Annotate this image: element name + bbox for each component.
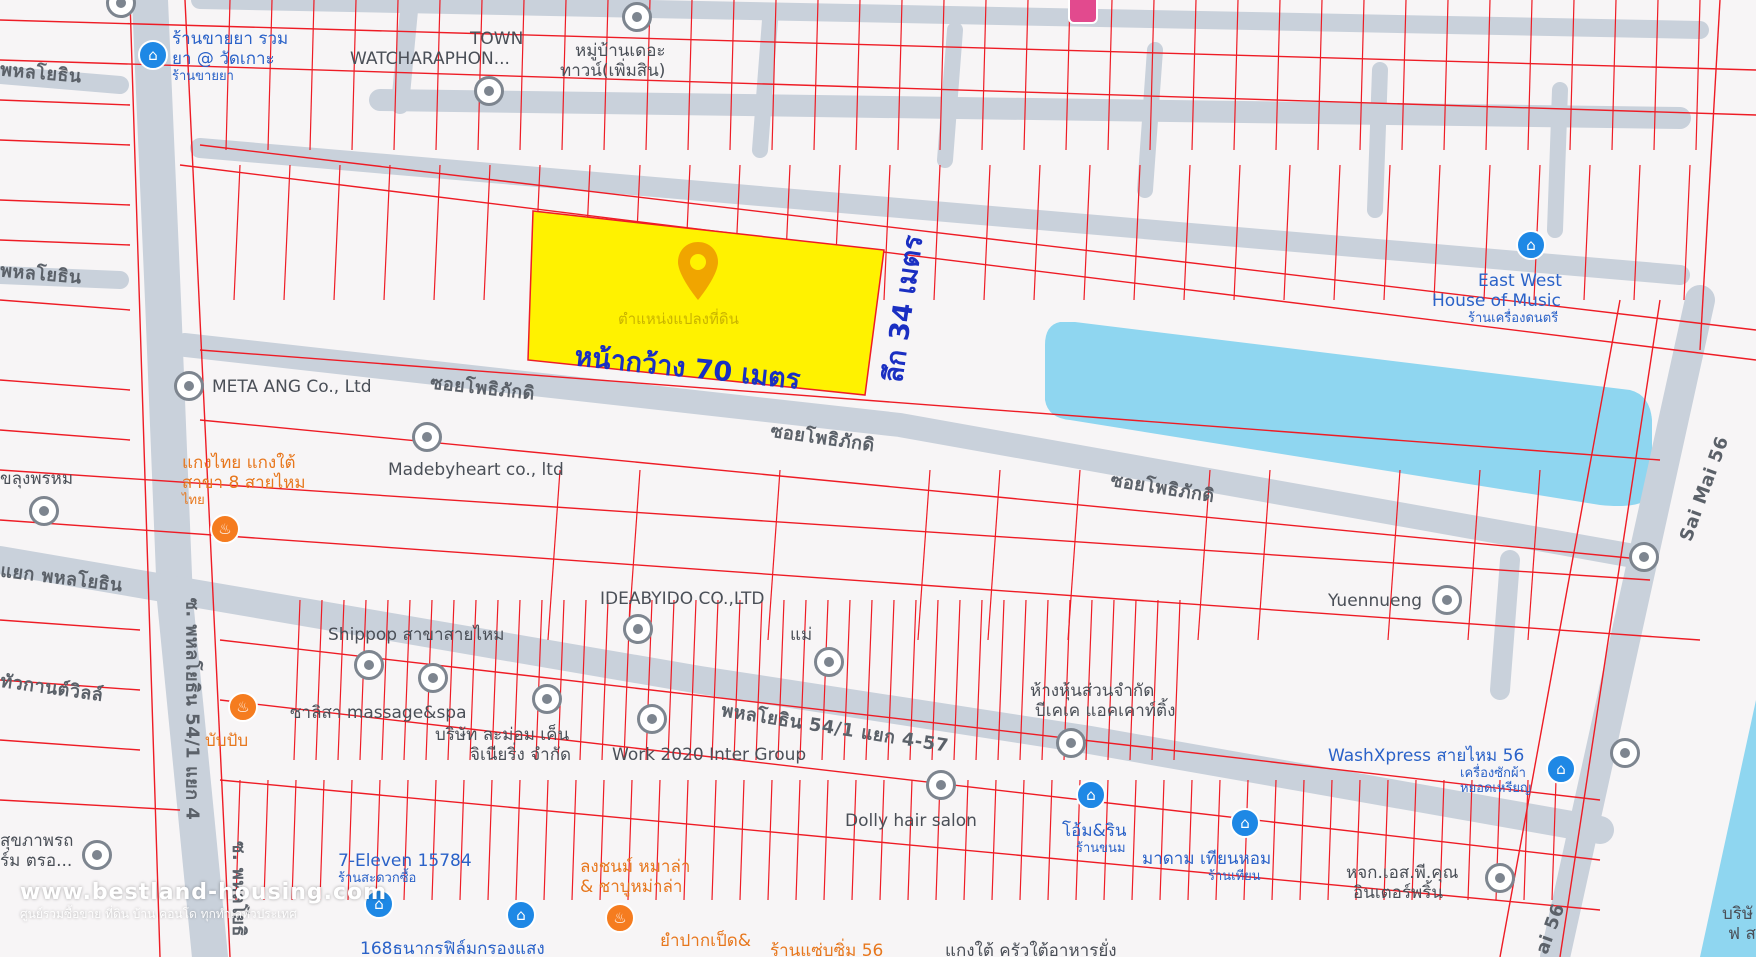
place-pin-icon[interactable] <box>174 371 204 401</box>
place-pin-icon[interactable] <box>1629 542 1659 572</box>
poi-pharmacy-2: ยา @ วัดเกาะ <box>172 49 275 69</box>
poi-right-2: ฟ ส <box>1728 924 1756 944</box>
shop-pin-icon[interactable]: ⌂ <box>506 900 536 930</box>
place-pin-icon[interactable] <box>637 704 667 734</box>
place-pin-icon[interactable] <box>814 647 844 677</box>
shop-pin-icon[interactable]: ⌂ <box>1516 230 1546 260</box>
place-pin-icon[interactable] <box>354 650 384 680</box>
road-label-main-vertical: ซ. พหลโยธิน 54/1 แยก 4 <box>181 597 203 821</box>
poi-washxpress-2: เครื่องซักผ้า <box>1460 766 1526 781</box>
poi-left-2: ร์ม ตรอ... <box>0 851 73 871</box>
poi-town-1[interactable]: TOWN <box>470 30 523 48</box>
poi-shippop[interactable]: Shippop สาขาสายไหม <box>328 626 504 644</box>
shop-pin-icon[interactable]: ⌂ <box>138 40 168 70</box>
restaurant-pin-icon[interactable]: ♨ <box>228 692 258 722</box>
poi-pharmacy-3: ร้านขายยา <box>172 69 234 84</box>
place-pin-icon[interactable] <box>412 422 442 452</box>
poi-madam[interactable]: มาดาม เทียนหอม <box>1142 850 1271 868</box>
poi-kaeng-thai-2: สาขา 8 สายไหม <box>182 473 306 493</box>
poi-photo-168[interactable]: 168ธนากรฟิล์มกรองแสง <box>360 940 545 957</box>
poi-partnership-1[interactable]: ห้างหุ้นส่วนจำกัด <box>1030 682 1154 700</box>
poi-ideabyido[interactable]: IDEABYIDO CO.,LTD <box>600 590 764 608</box>
map-view[interactable]: ตำแหน่งแปลงที่ดิน หน้ากว้าง 70 เมตร ลึก … <box>0 0 1756 957</box>
poi-salisa[interactable]: ซาลิสา massage&spa <box>290 704 467 722</box>
location-marker-icon[interactable] <box>676 240 720 302</box>
poi-washxpress-3: หยอดเหรียญ <box>1460 781 1532 796</box>
poi-longchon-1[interactable]: ลงชนม์ หมาล่า <box>580 858 690 876</box>
poi-pharmacy[interactable]: ร้านขายยา รวม <box>172 30 288 48</box>
poi-kaeng-thai-3: ไทย <box>182 493 205 508</box>
poi-dolly[interactable]: Dolly hair salon <box>845 812 977 830</box>
poi-east-west-2: House of Music <box>1432 291 1561 311</box>
poi-east-west-1[interactable]: East West <box>1478 272 1562 290</box>
poi-kaeng-tai-2[interactable]: แกงใต้ ครัวใต้อาหารยั่ง <box>945 942 1117 957</box>
poi-town-2: WATCHARAPHON... <box>350 49 510 69</box>
place-pin-icon[interactable] <box>1432 585 1462 615</box>
poi-village-1[interactable]: หมู่บ้านเดอะ <box>575 42 666 60</box>
place-pin-icon[interactable] <box>532 684 562 714</box>
poi-work2020[interactable]: Work 2020 Inter Group <box>612 746 806 764</box>
plot-label: ตำแหน่งแปลงที่ดิน <box>618 310 739 328</box>
place-pin-icon[interactable] <box>1485 863 1515 893</box>
poi-bubpub[interactable]: บับปับ <box>205 732 248 750</box>
poi-company-2: จิเนียริ่ง จำกัด <box>470 745 572 765</box>
poi-village-2: ทาวน์(เพิ่มสิน) <box>560 61 666 81</box>
shop-pin-icon[interactable]: ⌂ <box>1230 808 1260 838</box>
poi-tom-rin[interactable]: โอ้ม&ริน <box>1062 822 1127 840</box>
poi-mae[interactable]: แม่ <box>790 626 812 644</box>
poi-hjk[interactable]: หจก.เอส.พี.คุณ <box>1346 864 1458 882</box>
poi-kaeng-thai-1[interactable]: แกงไทย แกงใต้ <box>182 454 296 472</box>
poi-east-west-3: ร้านเครื่องดนตรี <box>1468 311 1559 326</box>
watermark: www.bestland-housing.com ศูนย์รวมซื้อขาย… <box>20 880 387 924</box>
poi-left-1[interactable]: สุขภาพรถ <box>0 832 73 850</box>
place-pin-icon[interactable] <box>82 840 112 870</box>
poi-madam-2: ร้านเทียน <box>1208 869 1261 884</box>
poi-seven-eleven[interactable]: 7-Eleven 15784 <box>338 852 472 870</box>
poi-hjk-2: อินเตอร์พริ้น <box>1353 883 1443 903</box>
poi-yam[interactable]: ยำปากเป็ด& <box>660 932 751 950</box>
poi-tom-rin-2: ร้านขนม <box>1076 841 1126 856</box>
place-pin-icon[interactable] <box>1610 738 1640 768</box>
place-pin-icon[interactable] <box>474 76 504 106</box>
hotel-pin-icon[interactable] <box>1068 0 1098 24</box>
poi-shop-56[interactable]: ร้านแซ่บซิ่ม 56 <box>770 942 883 957</box>
place-pin-icon[interactable] <box>1056 728 1086 758</box>
restaurant-pin-icon[interactable]: ♨ <box>605 903 635 933</box>
restaurant-pin-icon[interactable]: ♨ <box>210 514 240 544</box>
poi-company-1[interactable]: บริษัท ละม่อม เค็น <box>435 726 569 744</box>
place-pin-icon[interactable] <box>926 770 956 800</box>
poi-lung-phrom[interactable]: ขลุงพรหม <box>0 470 73 488</box>
watermark-url: www.bestland-housing.com <box>20 880 388 905</box>
place-pin-icon[interactable] <box>29 496 59 526</box>
place-pin-icon[interactable] <box>418 663 448 693</box>
shop-pin-icon[interactable]: ⌂ <box>1076 780 1106 810</box>
poi-longchon-2: & ชาบูหม่าล่า <box>580 877 683 897</box>
poi-right-1[interactable]: บริษั <box>1722 905 1753 923</box>
place-pin-icon[interactable] <box>623 614 653 644</box>
poi-yuennueng[interactable]: Yuennueng <box>1328 592 1422 610</box>
poi-washxpress[interactable]: WashXpress สายไหม 56 <box>1328 747 1524 765</box>
poi-madebyheart[interactable]: Madebyheart co., ltd <box>388 461 564 479</box>
poi-partnership-2: บีเคเค แอคเคาท์ติ้ง <box>1035 701 1176 721</box>
shop-pin-icon[interactable]: ⌂ <box>1546 754 1576 784</box>
place-pin-icon[interactable] <box>622 2 652 32</box>
watermark-tagline: ศูนย์รวมซื้อขาย ที่ดิน บ้าน คอนโด ทุกทำเ… <box>20 907 297 921</box>
poi-meta-ang[interactable]: META ANG Co., Ltd <box>212 378 372 396</box>
side-road <box>1490 550 1520 700</box>
